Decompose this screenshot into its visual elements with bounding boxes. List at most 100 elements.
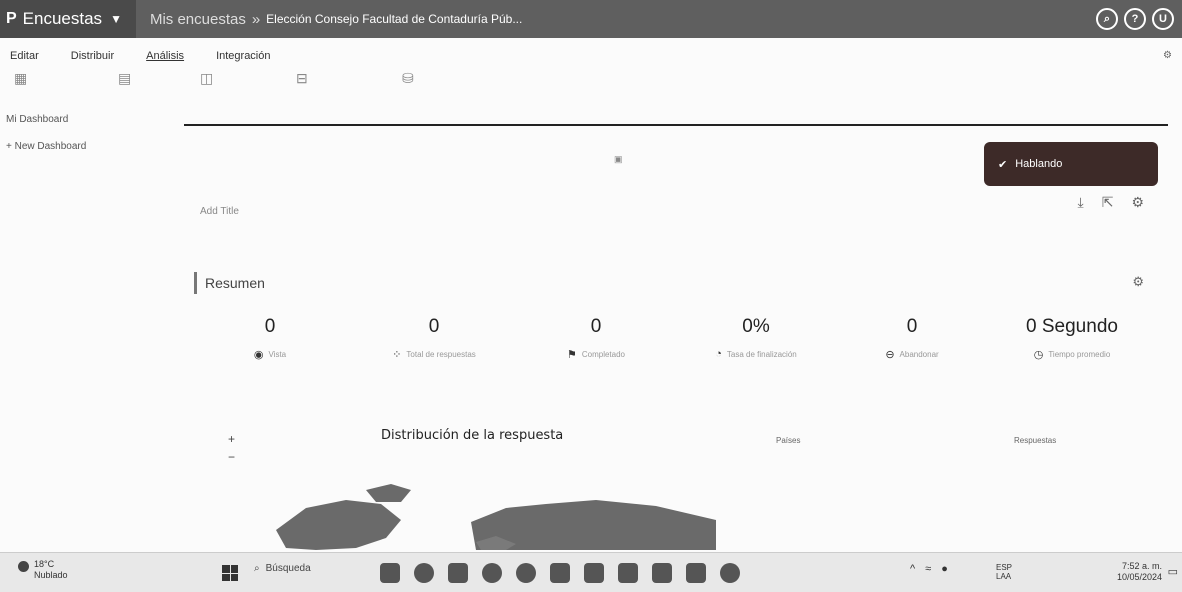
database-icon: ⛁ (402, 70, 414, 86)
breadcrumb-current: Elección Consejo Facultad de Contaduría … (266, 12, 523, 26)
sidebar-item-new-dashboard[interactable]: + New Dashboard (0, 137, 170, 156)
toolbar-data-button[interactable]: ⛁ (402, 70, 414, 87)
stat-card: 0 ⚑ Completado (514, 316, 678, 361)
help-icon[interactable]: ? (1124, 8, 1146, 30)
language-indicator[interactable]: ESP LAA (996, 563, 1012, 581)
toolbar-report-button[interactable]: ▤ (118, 70, 131, 87)
stat-label: Tasa de finalización (726, 349, 797, 359)
taskbar-app-icon[interactable] (414, 563, 434, 583)
taskbar-app-icon[interactable] (584, 563, 604, 583)
gear-icon[interactable]: ⚙ (1132, 274, 1144, 290)
stat-value: 0 (906, 316, 918, 337)
speaking-label: Hablando (1015, 158, 1063, 170)
microphone-icon[interactable]: ● (941, 563, 948, 575)
chevron-down-icon: ✔ (998, 158, 1008, 171)
windows-start-icon[interactable] (222, 565, 238, 581)
add-title-field[interactable]: Add Title (200, 206, 239, 217)
breadcrumb-separator: » (251, 10, 261, 28)
tab-integracion[interactable]: Integración (216, 50, 270, 62)
percent-icon: ◔ (715, 348, 722, 360)
breadcrumb: Mis encuestas » Elección Consejo Faculta… (150, 11, 522, 28)
top-bar: P Encuestas ▼ Mis encuestas » Elección C… (0, 0, 1182, 38)
search-icon[interactable]: ⌕ (1096, 8, 1118, 30)
clock-icon: ◷ (1033, 349, 1044, 361)
world-map (276, 484, 716, 550)
stat-label: Tiempo promedio (1048, 350, 1111, 359)
summary-header: Resumen (194, 272, 265, 294)
taskbar-app-icon[interactable] (380, 563, 400, 583)
taskbar-search-label: Búsqueda (265, 563, 311, 574)
eye-icon: ◉ (253, 349, 264, 361)
weather-widget[interactable]: 18°C Nublado (18, 559, 68, 581)
analysis-icon: ◫ (200, 70, 214, 86)
report-icon: ▤ (118, 70, 132, 86)
table-header-countries[interactable]: Países (776, 436, 800, 445)
divider (184, 124, 1168, 126)
weather-icon (18, 561, 29, 572)
chevron-up-icon[interactable]: ^ (910, 563, 915, 575)
filter-icon: ⊟ (296, 70, 308, 86)
breadcrumb-root[interactable]: Mis encuestas (150, 11, 246, 28)
taskbar-app-icon[interactable] (482, 563, 502, 583)
stop-icon: ⊖ (885, 349, 895, 361)
avatar[interactable]: U (1152, 8, 1174, 30)
taskbar-app-icon[interactable] (550, 563, 570, 583)
search-icon: ⌕ (254, 563, 260, 574)
stat-label: Total de respuestas (406, 350, 476, 359)
taskbar-app-icon[interactable] (618, 563, 638, 583)
tab-analisis[interactable]: Análisis (146, 50, 184, 62)
stat-label: Vista (268, 350, 287, 359)
stat-label: Completado (581, 350, 625, 359)
map-land-greenland (366, 484, 411, 502)
taskbar-search[interactable]: ⌕ Búsqueda (254, 563, 311, 574)
section-marker (194, 272, 197, 294)
toolbar-analysis-button[interactable]: ◫ (200, 70, 213, 87)
tab-editar[interactable]: Editar (10, 50, 39, 62)
stat-value: 0 (264, 316, 276, 337)
clock-time: 7:52 a. m. (1121, 561, 1162, 571)
notification-icon[interactable]: ▭ (1168, 565, 1178, 578)
language-code: ESP (996, 563, 1013, 572)
share-icon[interactable]: ⇱ (1102, 194, 1114, 211)
taskbar-app-icon[interactable] (652, 563, 672, 583)
keyboard-layout: LAA (996, 572, 1012, 581)
stat-card: 0% ◔ Tasa de finalización (674, 316, 838, 360)
taskbar-app-icon[interactable] (448, 563, 468, 583)
settings-icon[interactable]: ⚙ (1163, 50, 1172, 61)
stat-card: 0 Segundo ◷ Tiempo promedio (990, 316, 1154, 361)
speaking-indicator[interactable]: ✔ Hablando (984, 142, 1158, 186)
chevron-down-icon: ▼ (110, 12, 122, 26)
taskbar-app-icon[interactable] (516, 563, 536, 583)
toolbar: ▦ ▤ ◫ ⊟ ⛁ (0, 70, 1182, 106)
tab-distribuir[interactable]: Distribuir (71, 50, 114, 62)
table-header-responses[interactable]: Respuestas (1014, 436, 1056, 445)
chart-icon: ▦ (14, 70, 28, 86)
gear-icon[interactable]: ⚙ (1131, 194, 1144, 211)
map-land-north-america (276, 500, 401, 550)
taskbar-app-icon[interactable] (720, 563, 740, 583)
taskbar: 18°C Nublado ⌕ Búsqueda ^ ≈ ● ESP LAA 7:… (0, 552, 1182, 592)
weather-temp: 18°C (34, 559, 55, 569)
system-clock[interactable]: 7:52 a. m. 10/05/2024 (1117, 561, 1162, 583)
network-icon[interactable]: ≈ (925, 563, 931, 575)
sidebar: Mi Dashboard + New Dashboard (0, 110, 170, 550)
taskbar-app-icon[interactable] (686, 563, 706, 583)
stat-label: Abandonar (899, 350, 939, 359)
response-map: + − Distribución de la respuesta (216, 420, 740, 550)
summary-title: Resumen (205, 275, 265, 291)
summary-stats: 0 ◉ Vista 0 ⁘ Total de respuestas 0 ⚑ Compl… (184, 316, 1168, 376)
stat-value: 0 (590, 316, 602, 337)
clock-date: 10/05/2024 (1116, 572, 1162, 582)
assign-team-button[interactable]: ▣ (614, 154, 623, 165)
dashboard-main: ▣ ✔ Hablando Add Title ⤓ ⇱ ⚙ Resumen ⚙ 0… (184, 110, 1168, 550)
stat-card: 0 ◉ Vista (188, 316, 352, 361)
app-switcher[interactable]: P Encuestas ▼ (0, 0, 136, 38)
weather-label: Nublado (34, 570, 68, 580)
toolbar-dashboard-button[interactable]: ▦ (14, 70, 27, 87)
app-name: Encuestas (22, 9, 103, 28)
toolbar-filter-button[interactable]: ⊟ (296, 70, 308, 87)
zoom-in-button[interactable]: + (228, 432, 235, 446)
download-icon[interactable]: ⤓ (1078, 194, 1084, 211)
sidebar-item-mi-dashboard[interactable]: Mi Dashboard (0, 110, 170, 129)
tab-bar: Editar Distribuir Análisis Integración ⚙ (0, 46, 1182, 66)
